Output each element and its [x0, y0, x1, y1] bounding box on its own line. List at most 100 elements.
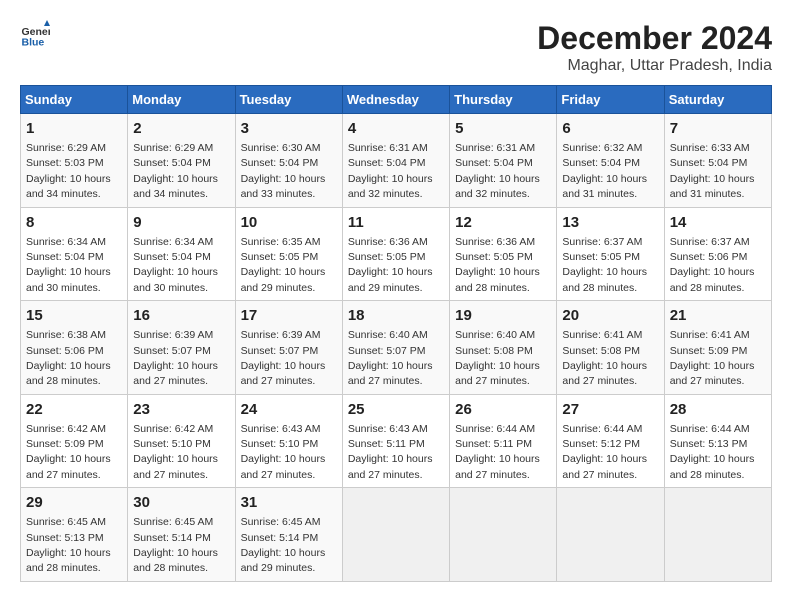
day-daylight: Daylight: 10 hours and 28 minutes. — [562, 266, 647, 293]
calendar-cell: 27 Sunrise: 6:44 AM Sunset: 5:12 PM Dayl… — [557, 394, 664, 488]
calendar-cell: 22 Sunrise: 6:42 AM Sunset: 5:09 PM Dayl… — [21, 394, 128, 488]
calendar-cell — [450, 488, 557, 582]
day-sunrise: Sunrise: 6:36 AM — [455, 236, 535, 248]
day-sunset: Sunset: 5:04 PM — [241, 157, 319, 169]
header-sunday: Sunday — [21, 86, 128, 114]
day-daylight: Daylight: 10 hours and 33 minutes. — [241, 173, 326, 200]
day-number: 18 — [348, 305, 444, 326]
day-sunset: Sunset: 5:04 PM — [562, 157, 640, 169]
calendar-cell: 15 Sunrise: 6:38 AM Sunset: 5:06 PM Dayl… — [21, 301, 128, 395]
day-sunset: Sunset: 5:10 PM — [241, 438, 319, 450]
day-sunrise: Sunrise: 6:39 AM — [133, 329, 213, 341]
day-sunset: Sunset: 5:08 PM — [455, 345, 533, 357]
day-sunrise: Sunrise: 6:29 AM — [26, 142, 106, 154]
calendar-week-5: 29 Sunrise: 6:45 AM Sunset: 5:13 PM Dayl… — [21, 488, 772, 582]
day-number: 20 — [562, 305, 658, 326]
day-daylight: Daylight: 10 hours and 27 minutes. — [455, 453, 540, 480]
day-sunrise: Sunrise: 6:40 AM — [455, 329, 535, 341]
day-sunset: Sunset: 5:05 PM — [562, 251, 640, 263]
calendar-cell: 17 Sunrise: 6:39 AM Sunset: 5:07 PM Dayl… — [235, 301, 342, 395]
day-daylight: Daylight: 10 hours and 27 minutes. — [348, 453, 433, 480]
day-number: 9 — [133, 212, 229, 233]
day-daylight: Daylight: 10 hours and 30 minutes. — [133, 266, 218, 293]
day-sunset: Sunset: 5:06 PM — [26, 345, 104, 357]
calendar-cell: 30 Sunrise: 6:45 AM Sunset: 5:14 PM Dayl… — [128, 488, 235, 582]
day-daylight: Daylight: 10 hours and 27 minutes. — [133, 360, 218, 387]
day-daylight: Daylight: 10 hours and 28 minutes. — [670, 453, 755, 480]
calendar-table: SundayMondayTuesdayWednesdayThursdayFrid… — [20, 85, 772, 582]
calendar-cell: 4 Sunrise: 6:31 AM Sunset: 5:04 PM Dayli… — [342, 114, 449, 208]
header-monday: Monday — [128, 86, 235, 114]
day-daylight: Daylight: 10 hours and 28 minutes. — [455, 266, 540, 293]
day-number: 26 — [455, 399, 551, 420]
day-sunrise: Sunrise: 6:29 AM — [133, 142, 213, 154]
day-sunset: Sunset: 5:04 PM — [455, 157, 533, 169]
day-sunset: Sunset: 5:12 PM — [562, 438, 640, 450]
day-sunrise: Sunrise: 6:40 AM — [348, 329, 428, 341]
day-daylight: Daylight: 10 hours and 27 minutes. — [241, 360, 326, 387]
day-number: 13 — [562, 212, 658, 233]
calendar-cell: 19 Sunrise: 6:40 AM Sunset: 5:08 PM Dayl… — [450, 301, 557, 395]
calendar-title: December 2024 — [537, 20, 772, 57]
calendar-subtitle: Maghar, Uttar Pradesh, India — [537, 57, 772, 75]
day-sunset: Sunset: 5:05 PM — [455, 251, 533, 263]
day-daylight: Daylight: 10 hours and 29 minutes. — [241, 547, 326, 574]
day-sunrise: Sunrise: 6:42 AM — [133, 423, 213, 435]
calendar-week-3: 15 Sunrise: 6:38 AM Sunset: 5:06 PM Dayl… — [21, 301, 772, 395]
calendar-cell: 21 Sunrise: 6:41 AM Sunset: 5:09 PM Dayl… — [664, 301, 771, 395]
calendar-cell: 7 Sunrise: 6:33 AM Sunset: 5:04 PM Dayli… — [664, 114, 771, 208]
day-number: 16 — [133, 305, 229, 326]
day-number: 31 — [241, 492, 337, 513]
day-sunset: Sunset: 5:09 PM — [26, 438, 104, 450]
header-friday: Friday — [557, 86, 664, 114]
calendar-cell: 26 Sunrise: 6:44 AM Sunset: 5:11 PM Dayl… — [450, 394, 557, 488]
svg-text:Blue: Blue — [22, 37, 45, 49]
calendar-cell: 8 Sunrise: 6:34 AM Sunset: 5:04 PM Dayli… — [21, 207, 128, 301]
calendar-cell: 24 Sunrise: 6:43 AM Sunset: 5:10 PM Dayl… — [235, 394, 342, 488]
day-sunset: Sunset: 5:13 PM — [26, 532, 104, 544]
day-daylight: Daylight: 10 hours and 34 minutes. — [26, 173, 111, 200]
day-sunset: Sunset: 5:04 PM — [670, 157, 748, 169]
day-sunrise: Sunrise: 6:43 AM — [241, 423, 321, 435]
day-sunset: Sunset: 5:05 PM — [241, 251, 319, 263]
calendar-cell: 13 Sunrise: 6:37 AM Sunset: 5:05 PM Dayl… — [557, 207, 664, 301]
calendar-cell: 14 Sunrise: 6:37 AM Sunset: 5:06 PM Dayl… — [664, 207, 771, 301]
day-daylight: Daylight: 10 hours and 28 minutes. — [670, 266, 755, 293]
calendar-cell: 3 Sunrise: 6:30 AM Sunset: 5:04 PM Dayli… — [235, 114, 342, 208]
header-thursday: Thursday — [450, 86, 557, 114]
day-sunset: Sunset: 5:14 PM — [133, 532, 211, 544]
day-daylight: Daylight: 10 hours and 27 minutes. — [26, 453, 111, 480]
day-sunrise: Sunrise: 6:35 AM — [241, 236, 321, 248]
calendar-cell: 5 Sunrise: 6:31 AM Sunset: 5:04 PM Dayli… — [450, 114, 557, 208]
day-sunset: Sunset: 5:06 PM — [670, 251, 748, 263]
calendar-cell: 31 Sunrise: 6:45 AM Sunset: 5:14 PM Dayl… — [235, 488, 342, 582]
day-sunrise: Sunrise: 6:45 AM — [26, 516, 106, 528]
day-number: 21 — [670, 305, 766, 326]
day-number: 4 — [348, 118, 444, 139]
day-sunrise: Sunrise: 6:34 AM — [26, 236, 106, 248]
day-number: 1 — [26, 118, 122, 139]
day-number: 15 — [26, 305, 122, 326]
day-sunrise: Sunrise: 6:31 AM — [455, 142, 535, 154]
calendar-cell: 18 Sunrise: 6:40 AM Sunset: 5:07 PM Dayl… — [342, 301, 449, 395]
day-sunrise: Sunrise: 6:34 AM — [133, 236, 213, 248]
day-daylight: Daylight: 10 hours and 27 minutes. — [562, 453, 647, 480]
day-number: 8 — [26, 212, 122, 233]
day-sunset: Sunset: 5:04 PM — [348, 157, 426, 169]
day-sunrise: Sunrise: 6:44 AM — [455, 423, 535, 435]
calendar-cell: 1 Sunrise: 6:29 AM Sunset: 5:03 PM Dayli… — [21, 114, 128, 208]
calendar-week-4: 22 Sunrise: 6:42 AM Sunset: 5:09 PM Dayl… — [21, 394, 772, 488]
day-sunset: Sunset: 5:08 PM — [562, 345, 640, 357]
day-sunset: Sunset: 5:14 PM — [241, 532, 319, 544]
calendar-cell: 2 Sunrise: 6:29 AM Sunset: 5:04 PM Dayli… — [128, 114, 235, 208]
day-sunrise: Sunrise: 6:33 AM — [670, 142, 750, 154]
day-daylight: Daylight: 10 hours and 32 minutes. — [348, 173, 433, 200]
day-number: 11 — [348, 212, 444, 233]
day-sunrise: Sunrise: 6:37 AM — [562, 236, 642, 248]
day-daylight: Daylight: 10 hours and 29 minutes. — [348, 266, 433, 293]
day-sunrise: Sunrise: 6:41 AM — [670, 329, 750, 341]
day-daylight: Daylight: 10 hours and 27 minutes. — [670, 360, 755, 387]
day-daylight: Daylight: 10 hours and 27 minutes. — [241, 453, 326, 480]
page-header: General Blue December 2024 Maghar, Uttar… — [20, 20, 772, 75]
calendar-week-2: 8 Sunrise: 6:34 AM Sunset: 5:04 PM Dayli… — [21, 207, 772, 301]
